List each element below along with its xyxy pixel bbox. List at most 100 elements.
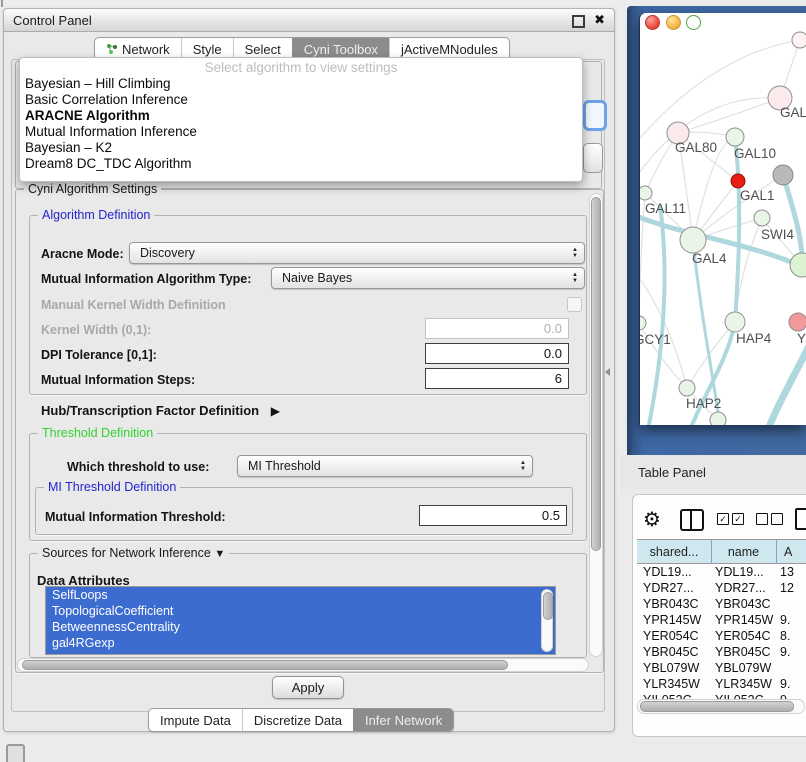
combo-arrows-icon: ▲▼ <box>572 247 578 259</box>
aracne-mode-label: Aracne Mode: <box>41 247 124 261</box>
which-threshold-combobox[interactable]: MI Threshold ▲▼ <box>237 455 533 477</box>
split-columns-icon[interactable] <box>680 509 704 531</box>
settings-horizontal-scrollbar[interactable] <box>17 658 589 672</box>
kernel-width-field[interactable]: 0.0 <box>425 318 569 339</box>
threshold-definition-title: Threshold Definition <box>38 426 157 440</box>
cell: YBR043C <box>715 597 771 611</box>
float-window-icon[interactable] <box>572 15 585 28</box>
combo-arrows-icon: ▲▼ <box>520 460 526 472</box>
algorithm-option-selected[interactable]: ARACNE Algorithm <box>20 108 582 124</box>
unchecked-checkbox-icon[interactable] <box>756 513 768 525</box>
node-red[interactable] <box>731 174 745 188</box>
attribute-list-scrollbar[interactable] <box>541 589 553 652</box>
column-header-partial[interactable]: A <box>776 540 806 563</box>
node-gal11[interactable] <box>640 186 652 200</box>
cell: YBR045C <box>643 645 699 659</box>
mi-threshold-label: Mutual Information Threshold: <box>45 510 226 524</box>
tab-discretize-data[interactable]: Discretize Data <box>242 709 353 731</box>
minimize-traffic-light-icon[interactable] <box>666 15 681 30</box>
algorithm-option[interactable]: Dream8 DC_TDC Algorithm <box>20 156 582 172</box>
node-hap4[interactable] <box>725 312 745 332</box>
algorithm-option[interactable]: Bayesian – K2 <box>20 140 582 156</box>
node-label: GAL10 <box>734 146 776 161</box>
cell: YDR27... <box>715 581 766 595</box>
column-header-name[interactable]: name <box>711 540 777 563</box>
table-horizontal-scrollbar[interactable] <box>637 699 805 714</box>
node-hap2[interactable] <box>679 380 695 396</box>
tab-impute-data[interactable]: Impute Data <box>149 709 242 731</box>
tab-select-label: Select <box>245 42 281 57</box>
tab-impute-data-label: Impute Data <box>160 713 231 728</box>
mi-type-label: Mutual Information Algorithm Type: <box>41 272 251 286</box>
algorithm-option[interactable]: Basic Correlation Inference <box>20 92 582 108</box>
checked-checkbox-icon[interactable]: ✓ <box>732 513 744 525</box>
node-gal4[interactable] <box>680 227 706 253</box>
control-panel-titlebar: Control Panel ✖ <box>4 9 614 32</box>
tab-jactivemnodules-label: jActiveMNodules <box>401 42 498 57</box>
kernel-width-label: Kernel Width (0,1): <box>41 323 151 337</box>
node-gray[interactable] <box>773 165 793 185</box>
algorithm-dropdown-popup: Select algorithm to view settings Bayesi… <box>19 57 583 182</box>
grid-icon[interactable] <box>6 744 25 762</box>
close-traffic-light-icon[interactable] <box>645 15 660 30</box>
mi-type-value: Naive Bayes <box>282 271 352 285</box>
node-label: GAL1 <box>740 188 775 203</box>
tab-network-label: Network <box>122 42 170 57</box>
attribute-item[interactable]: TopologicalCoefficient <box>46 603 555 619</box>
column-header-shared-name[interactable]: shared... <box>637 540 712 563</box>
combobox-focus-fragment[interactable] <box>583 100 607 131</box>
attribute-item[interactable]: gal4RGexp <box>46 635 555 651</box>
cell: YDR27... <box>643 581 694 595</box>
attribute-item[interactable]: BetweennessCentrality <box>46 619 555 635</box>
control-panel-window: Control Panel ✖ Network Style Se <box>3 8 615 732</box>
node[interactable] <box>710 412 726 425</box>
mi-threshold-field[interactable]: 0.5 <box>419 505 567 526</box>
node-label: GCY1 <box>640 332 671 347</box>
algorithm-option[interactable]: Mutual Information Inference <box>20 124 582 140</box>
splitpane-collapse-icon[interactable] <box>605 368 610 376</box>
sources-title-label: Sources for Network Inference <box>42 546 211 560</box>
cell: YLR345W <box>643 677 700 691</box>
algorithm-option[interactable]: Bayesian – Hill Climbing <box>20 76 582 92</box>
node-gal1[interactable] <box>754 210 770 226</box>
combobox-fragment[interactable] <box>583 143 603 173</box>
tab-style-label: Style <box>193 42 222 57</box>
document-icon[interactable] <box>795 508 806 530</box>
cell: YDL19... <box>715 565 764 579</box>
node-label: Y <box>797 331 806 346</box>
checked-checkbox-icon[interactable]: ✓ <box>717 513 729 525</box>
node-gal10[interactable] <box>726 128 744 146</box>
node-swi4[interactable] <box>790 253 806 277</box>
settings-group-title: Cyni Algorithm Settings <box>24 182 161 196</box>
network-canvas[interactable]: GAL GAL80 GAL10 GAL11 GAL1 SWI4 GAL4 GCY… <box>640 30 806 425</box>
cell: YDL19... <box>643 565 692 579</box>
mi-type-combobox[interactable]: Naive Bayes ▲▼ <box>271 267 585 289</box>
settings-vertical-scrollbar[interactable] <box>589 193 603 657</box>
node-label: GAL <box>780 105 806 120</box>
cell: YPR145W <box>643 613 701 627</box>
manual-kernel-label: Manual Kernel Width Definition <box>41 298 226 312</box>
manual-kernel-checkbox[interactable] <box>567 297 582 312</box>
algorithm-definition-title: Algorithm Definition <box>38 208 154 222</box>
close-icon[interactable]: ✖ <box>594 12 605 28</box>
sources-title[interactable]: Sources for Network Inference ▼ <box>38 546 229 560</box>
node-gcy1[interactable] <box>640 316 646 330</box>
dpi-tolerance-field[interactable]: 0.0 <box>425 343 569 364</box>
dropdown-placeholder: Select algorithm to view settings <box>20 60 582 76</box>
hub-definition-toggle[interactable]: Hub/Transcription Factor Definition ▶ <box>41 403 280 418</box>
attribute-item[interactable]: SelfLoops <box>46 587 555 603</box>
which-threshold-value: MI Threshold <box>248 459 321 473</box>
node-y[interactable] <box>789 313 806 331</box>
cell: 9. <box>780 613 790 627</box>
node[interactable] <box>792 32 806 48</box>
node-label: SWI4 <box>761 227 794 242</box>
node-label: GAL4 <box>692 251 727 266</box>
apply-button[interactable]: Apply <box>272 676 344 699</box>
mi-steps-field[interactable]: 6 <box>425 368 569 389</box>
cell: 12 <box>780 581 794 595</box>
zoom-traffic-light-icon[interactable] <box>686 15 701 30</box>
aracne-mode-combobox[interactable]: Discovery ▲▼ <box>129 242 585 264</box>
tab-infer-network[interactable]: Infer Network <box>353 709 453 731</box>
gear-icon[interactable]: ⚙ <box>643 507 661 532</box>
unchecked-checkbox-icon[interactable] <box>771 513 783 525</box>
